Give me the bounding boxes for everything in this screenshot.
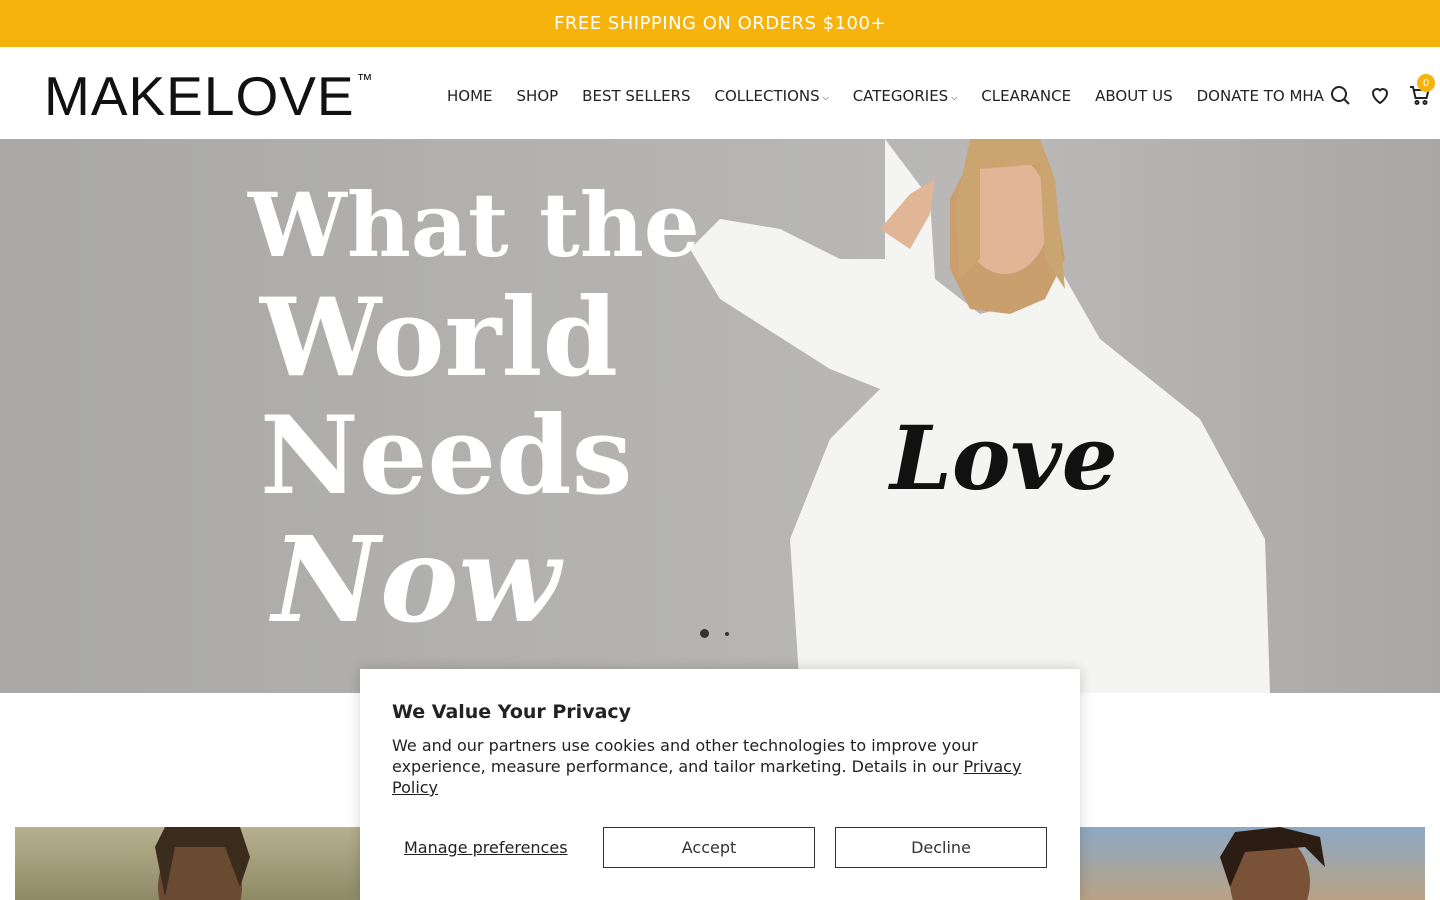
hero-line-4: Now	[272, 510, 561, 649]
nav-clearance-label: CLEARANCE	[981, 87, 1072, 105]
announcement-bar: FREE SHIPPING ON ORDERS $100+	[0, 0, 1440, 47]
chevron-down-icon: ⌵	[822, 92, 829, 102]
hero-line-3: Needs	[260, 393, 633, 519]
nav-categories[interactable]: CATEGORIES ⌵	[853, 87, 958, 105]
nav-home-label: HOME	[447, 87, 493, 105]
logo-trademark: ™	[356, 72, 373, 89]
collection-image-left[interactable]	[15, 827, 360, 900]
slide-dot-1[interactable]	[700, 629, 709, 638]
main-nav: HOME SHOP BEST SELLERS COLLECTIONS ⌵ CATE…	[447, 87, 1348, 105]
cookie-body: We and our partners use cookies and othe…	[392, 735, 1032, 798]
manage-preferences-link[interactable]: Manage preferences	[392, 838, 603, 857]
cookie-body-text: We and our partners use cookies and othe…	[392, 736, 978, 776]
nav-home[interactable]: HOME	[447, 87, 493, 105]
hero-banner[interactable]: What the World Needs Now Love	[0, 139, 1440, 693]
collection-image-right[interactable]	[1080, 827, 1425, 900]
site-logo[interactable]: MAKELOVE ™	[44, 69, 373, 124]
hero-line-2: World	[260, 275, 618, 401]
hero-model-image: Love	[690, 139, 1270, 693]
nav-about-us-label: ABOUT US	[1095, 87, 1173, 105]
nav-categories-label: CATEGORIES	[852, 87, 949, 105]
header-icons: 0	[1328, 74, 1435, 107]
logo-text: MAKELOVE	[44, 65, 355, 127]
hero-headline: What the World Needs Now	[248, 171, 708, 645]
cart-count-badge: 0	[1417, 74, 1435, 92]
decline-button[interactable]: Decline	[835, 827, 1047, 868]
search-icon[interactable]	[1328, 83, 1352, 107]
site-header: MAKELOVE ™ HOME SHOP BEST SELLERS COLLEC…	[0, 47, 1440, 139]
nav-best-sellers[interactable]: BEST SELLERS	[582, 87, 690, 105]
nav-collections[interactable]: COLLECTIONS ⌵	[715, 87, 829, 105]
nav-donate-label: DONATE TO MHA	[1196, 87, 1324, 105]
nav-clearance[interactable]: CLEARANCE	[981, 87, 1071, 105]
hero-line-1: What the	[248, 173, 700, 277]
announcement-text: FREE SHIPPING ON ORDERS $100+	[553, 13, 887, 34]
nav-best-sellers-label: BEST SELLERS	[582, 87, 691, 105]
cookie-title: We Value Your Privacy	[392, 701, 632, 723]
heart-icon[interactable]	[1368, 83, 1392, 107]
accept-button[interactable]: Accept	[603, 827, 815, 868]
slider-dots	[700, 629, 745, 638]
nav-donate-to-mha[interactable]: DONATE TO MHA	[1197, 87, 1324, 105]
nav-shop[interactable]: SHOP	[517, 87, 559, 105]
slide-dot-2[interactable]	[725, 631, 729, 636]
cookie-consent-dialog: We Value Your Privacy We and our partner…	[360, 669, 1080, 900]
chevron-down-icon: ⌵	[951, 92, 958, 102]
nav-collections-label: COLLECTIONS	[714, 87, 820, 105]
cart-icon[interactable]: 0	[1408, 74, 1435, 107]
nav-about-us[interactable]: ABOUT US	[1095, 87, 1173, 105]
nav-shop-label: SHOP	[516, 87, 559, 105]
cookie-actions: Manage preferences Accept Decline	[392, 827, 1067, 868]
sweatshirt-love-text: Love	[887, 406, 1118, 510]
